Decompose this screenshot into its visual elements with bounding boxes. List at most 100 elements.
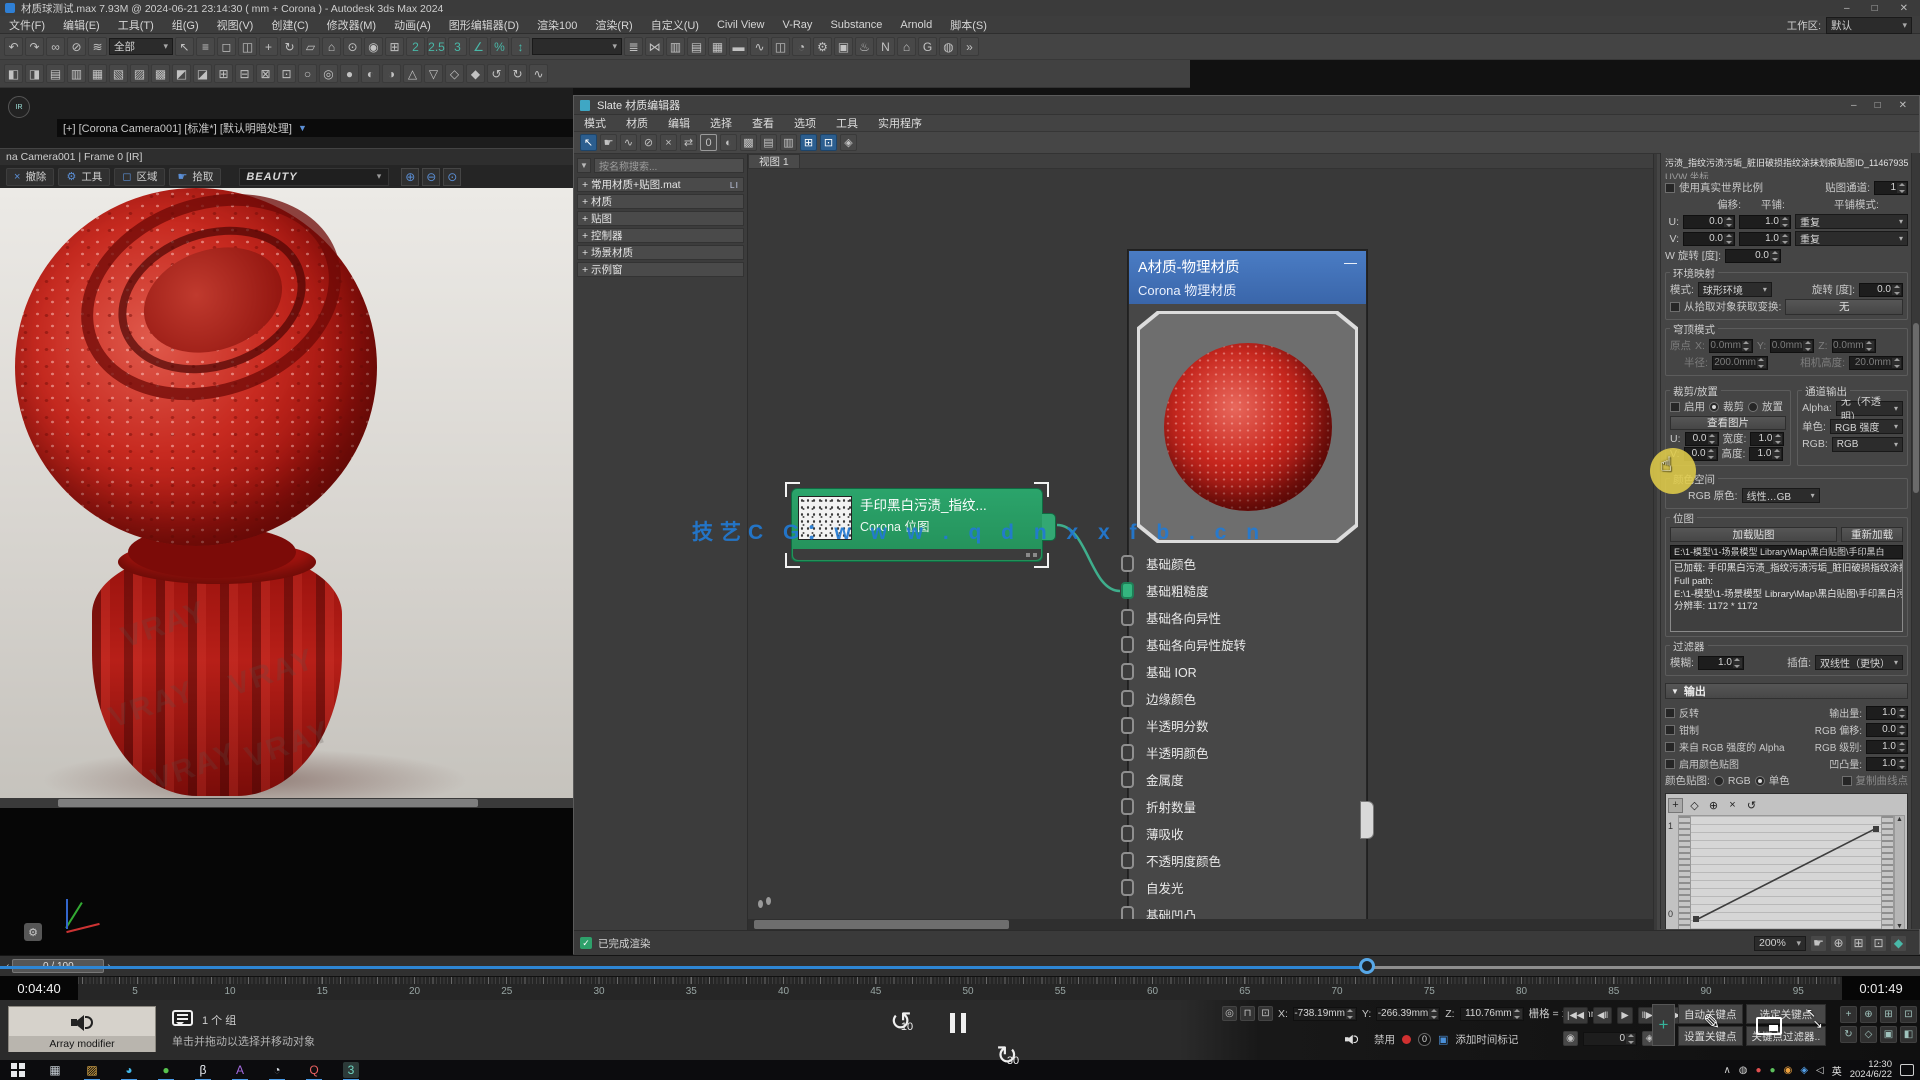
soft-selection-icon[interactable]: ∿ [529, 64, 548, 83]
map-channel-field[interactable]: 1 [1874, 181, 1908, 195]
slot-socket[interactable] [1121, 744, 1134, 761]
dome-z-field[interactable]: 0.0mm [1832, 339, 1876, 353]
isolate-toggle-icon[interactable]: ⊠ [256, 64, 275, 83]
material-node[interactable]: A材质-物理材质 Corona 物理材质 — 基础颜色基础粗糙度基础各向异性基础… [1128, 250, 1367, 919]
slate-menu-item[interactable]: 编辑 [658, 115, 700, 131]
pick-button[interactable]: ☛拾取 [169, 168, 221, 186]
tray-green-icon[interactable]: ● [1770, 1065, 1776, 1076]
pause-button[interactable] [950, 1013, 966, 1033]
percent-snap-icon[interactable]: % [490, 37, 509, 56]
skip-forward-30-button[interactable]: ↻30 [996, 1042, 1030, 1076]
dome-y-field[interactable]: 0.0mm [1770, 339, 1814, 353]
plugin-home-icon[interactable]: ⌂ [897, 37, 916, 56]
isolate-selection-icon[interactable]: ◎ [1222, 1006, 1237, 1021]
output-checkbox[interactable] [1665, 725, 1675, 735]
viewport-maximize-icon[interactable]: ▣ [1880, 1026, 1897, 1043]
viewport-layout-icon[interactable]: ◧ [1900, 1026, 1917, 1043]
material-slot-row[interactable]: 自发光 [1129, 874, 1366, 901]
play-button[interactable]: ▶ [1617, 1007, 1632, 1024]
select-scale-icon[interactable]: ▱ [301, 37, 320, 56]
menu-item[interactable]: 文件(F) [0, 16, 54, 33]
select-link-icon[interactable]: ∞ [46, 37, 65, 56]
bitmap-path-field[interactable]: E:\1-模型\1-场景模型 Library\Map\黑白贴图\手印黑白 [1670, 545, 1903, 559]
edge-browser-icon[interactable]: ◕ [121, 1062, 137, 1078]
slate-menu-item[interactable]: 查看 [742, 115, 784, 131]
add-key-button[interactable]: + [1652, 1004, 1675, 1046]
nodeview-scrollbar[interactable] [748, 919, 1653, 930]
target-tool-icon[interactable]: ◎ [319, 64, 338, 83]
filter-funnel-icon[interactable]: ▼ [298, 123, 307, 133]
w-rotate-field[interactable]: 0.0 [1725, 249, 1781, 263]
crop-w-field[interactable]: 1.0 [1750, 432, 1784, 446]
colormap-mono-radio[interactable] [1755, 776, 1765, 786]
fullscreen-icon[interactable]: ↖ ↘ [1806, 1008, 1832, 1034]
skip-back-10-button[interactable]: ↺10 [890, 1008, 924, 1042]
reload-bitmap-button[interactable]: 重新加载 [1841, 527, 1903, 542]
menu-item[interactable]: 创建(C) [262, 16, 317, 33]
menu-item[interactable]: 脚本(S) [941, 16, 996, 33]
unlink-selection-icon[interactable]: ⊘ [67, 37, 86, 56]
menu-item[interactable]: V-Ray [773, 16, 821, 33]
lock-selection-icon[interactable]: ⊓ [1240, 1006, 1255, 1021]
slot-socket[interactable] [1121, 690, 1134, 707]
material-node-header[interactable]: A材质-物理材质 Corona 物理材质 — [1129, 251, 1366, 304]
pick-object-button[interactable]: 无 [1785, 299, 1903, 315]
circle-tool-icon[interactable]: ○ [298, 64, 317, 83]
env-rotate-field[interactable]: 0.0 [1859, 283, 1903, 297]
render-setup-icon[interactable]: ⚙ [813, 37, 832, 56]
minimize-button[interactable]: – [1844, 3, 1850, 14]
view-zoom-dropdown[interactable]: 200% [1754, 936, 1806, 951]
menu-item[interactable]: 渲染100 [528, 16, 586, 33]
undo-icon[interactable]: ↶ [4, 37, 23, 56]
select-rotate-icon[interactable]: ↻ [280, 37, 299, 56]
shade-toggle-icon[interactable]: ● [340, 64, 359, 83]
slot-socket[interactable] [1121, 825, 1134, 842]
output-checkbox[interactable] [1665, 759, 1675, 769]
plugin-arrow-icon[interactable]: » [960, 37, 979, 56]
named-selection-sets-dropdown[interactable] [532, 38, 622, 55]
plugin-g-icon[interactable]: G [918, 37, 937, 56]
up-vector-icon[interactable]: △ [403, 64, 422, 83]
hide-unused-nodeslots-icon[interactable]: 0 [700, 134, 717, 151]
slate-menu-item[interactable]: 选项 [784, 115, 826, 131]
timeline-ruler[interactable]: 5101520253035404550556065707580859095 [0, 976, 1920, 1000]
layout-children-icon[interactable]: ▥ [780, 134, 797, 151]
v-tile-mode-dropdown[interactable]: 重复 [1795, 231, 1908, 246]
slate-close-button[interactable]: ✕ [1899, 100, 1907, 111]
file-explorer-icon[interactable]: ▨ [84, 1062, 100, 1078]
slot-socket[interactable] [1121, 609, 1134, 626]
maximize-button[interactable]: □ [1872, 3, 1878, 14]
reset-curve-icon[interactable]: ↺ [1744, 798, 1759, 813]
slot-socket[interactable] [1121, 636, 1134, 653]
select-object-icon[interactable]: ↖ [175, 37, 194, 56]
align-to-grid-icon[interactable]: ⊡ [820, 134, 837, 151]
crop-radio[interactable] [1709, 402, 1719, 412]
connect-nodes-icon[interactable]: ∿ [620, 134, 637, 151]
mirror-icon[interactable]: ⋈ [645, 37, 664, 56]
search-input[interactable]: 按名称搜索... [594, 158, 744, 173]
output-checkbox[interactable] [1665, 708, 1675, 718]
browser-group-bar[interactable]: + 材质 [577, 194, 744, 209]
slot-socket[interactable] [1121, 852, 1134, 869]
v-tiling-field[interactable]: 1.0 [1739, 232, 1791, 246]
start-button[interactable] [10, 1062, 26, 1078]
scale-point-icon[interactable]: ◇ [1687, 798, 1702, 813]
angle-snap-icon[interactable]: ∠ [469, 37, 488, 56]
select-move-icon[interactable]: + [259, 37, 278, 56]
go-start-button[interactable]: |◀◀ [1563, 1007, 1588, 1024]
slate-minimize-button[interactable]: – [1851, 100, 1857, 111]
u-tiling-field[interactable]: 1.0 [1739, 215, 1791, 229]
view-image-button[interactable]: 查看图片 [1670, 416, 1786, 430]
taskbar-widgets-icon[interactable]: ▦ [47, 1062, 63, 1078]
place-radio[interactable] [1748, 402, 1758, 412]
gear-icon[interactable]: ⚙ [24, 923, 42, 941]
interp-dropdown[interactable]: 双线性（更快） [1815, 655, 1903, 670]
v-offset-field[interactable]: 0.0 [1683, 232, 1735, 246]
viewport-label[interactable]: [+] [Corona Camera001] [标准*] [默认明暗处理] ▼ [57, 119, 573, 137]
time-tag-icon[interactable]: ▣ [1438, 1033, 1448, 1046]
bind-spacewarp-icon[interactable]: ≋ [88, 37, 107, 56]
annotate-pencil-icon[interactable]: ✎ [1703, 1010, 1721, 1035]
close-button[interactable]: ✕ [1900, 3, 1908, 14]
dome-radius-field[interactable]: 200.0mm [1712, 356, 1768, 370]
zoom-selected-node-icon[interactable]: ◈ [840, 134, 857, 151]
